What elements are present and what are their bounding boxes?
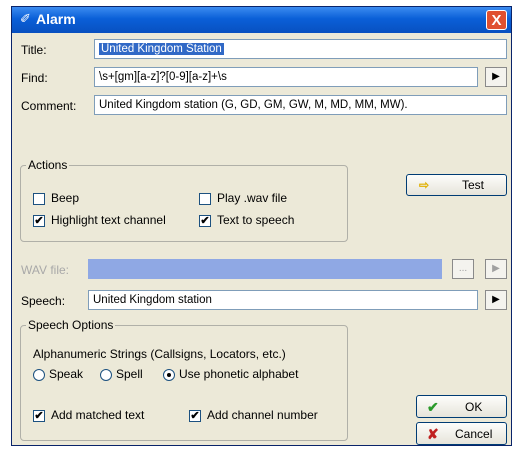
- close-button[interactable]: X: [486, 10, 507, 30]
- window-title: Alarm: [36, 11, 76, 27]
- speak-label: Speak: [49, 367, 84, 381]
- speech-options-group: Speech Options Alphanumeric Strings (Cal…: [20, 318, 348, 441]
- actions-group: Actions Beep Play .wav file ✔ Highlight …: [20, 158, 348, 242]
- play-wav-checkbox[interactable]: [199, 193, 211, 205]
- speech-label: Speech:: [21, 294, 66, 308]
- speech-options-legend: Speech Options: [26, 318, 116, 332]
- alarm-dialog: ✐ Alarm X Title: United Kingdom Station …: [11, 6, 512, 446]
- tts-checkbox[interactable]: ✔: [199, 215, 211, 227]
- highlight-checkbox[interactable]: ✔: [33, 215, 45, 227]
- highlight-label: Highlight text channel: [51, 213, 166, 227]
- add-channel-label: Add channel number: [207, 408, 318, 422]
- arrow-right-icon: ⇨: [419, 178, 430, 192]
- add-channel-checkbox[interactable]: ✔: [189, 410, 201, 422]
- title-label: Title:: [21, 43, 47, 57]
- add-matched-label: Add matched text: [51, 408, 145, 422]
- wav-play-button[interactable]: ▶: [485, 259, 507, 279]
- play-wav-label: Play .wav file: [217, 191, 288, 205]
- x-icon: ✘: [427, 426, 439, 442]
- cancel-button[interactable]: ✘ Cancel: [416, 422, 507, 445]
- add-matched-checkbox[interactable]: ✔: [33, 410, 45, 422]
- check-icon: ✔: [427, 399, 439, 415]
- alphanumeric-caption: Alphanumeric Strings (Callsigns, Locator…: [33, 347, 286, 361]
- ok-button-label: OK: [465, 400, 483, 414]
- title-input-text: United Kingdom Station: [99, 43, 224, 55]
- phonetic-radio[interactable]: [163, 369, 175, 381]
- wav-file-label: WAV file:: [21, 263, 70, 277]
- title-input[interactable]: United Kingdom Station: [94, 39, 507, 59]
- spell-label: Spell: [116, 367, 143, 381]
- alarm-icon: ✐: [20, 11, 31, 26]
- comment-label: Comment:: [21, 99, 77, 113]
- speech-play-button[interactable]: ▶: [485, 290, 507, 310]
- ok-button[interactable]: ✔ OK: [416, 395, 507, 418]
- find-input[interactable]: \s+[gm][a-z]?[0-9][a-z]+\s: [94, 67, 478, 87]
- wav-browse-button[interactable]: ...: [452, 259, 474, 279]
- wav-file-input[interactable]: [88, 259, 442, 279]
- speech-input[interactable]: United Kingdom station: [88, 290, 478, 310]
- comment-input[interactable]: United Kingdom station (G, GD, GM, GW, M…: [94, 95, 507, 115]
- actions-legend: Actions: [26, 158, 70, 172]
- spell-radio[interactable]: [100, 369, 112, 381]
- title-bar: ✐ Alarm X: [12, 7, 511, 33]
- test-button[interactable]: ⇨ Test: [406, 174, 507, 196]
- tts-label: Text to speech: [217, 213, 295, 227]
- beep-label: Beep: [51, 191, 80, 205]
- beep-checkbox[interactable]: [33, 193, 45, 205]
- cancel-button-label: Cancel: [455, 427, 493, 441]
- test-button-label: Test: [462, 178, 485, 192]
- phonetic-label: Use phonetic alphabet: [179, 367, 299, 381]
- speak-radio[interactable]: [33, 369, 45, 381]
- find-label: Find:: [21, 71, 48, 85]
- find-arrow-button[interactable]: ▶: [485, 67, 507, 87]
